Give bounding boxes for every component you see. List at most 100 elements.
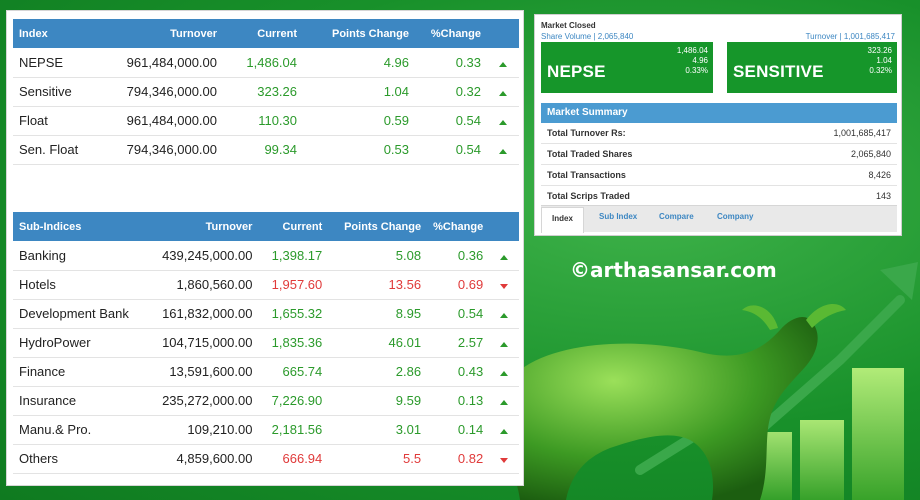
table-row[interactable]: Sen. Float 794,346,000.00 99.34 0.53 0.54	[13, 135, 519, 165]
row-points-change: 9.59	[328, 386, 428, 416]
arrow-up-icon	[499, 91, 507, 96]
sensitive-box[interactable]: SENSITIVE 323.26 1.04 0.32%	[727, 42, 897, 93]
table-row[interactable]: Development Bank 161,832,000.00 1,655.32 8.…	[13, 299, 519, 329]
nepse-box[interactable]: NEPSE 1,486.04 4.96 0.33%	[541, 42, 713, 93]
sensitive-box-values: 323.26 1.04 0.32%	[868, 46, 892, 76]
market-summary-widget: Market Closed Share Volume | 2,065,840 T…	[534, 14, 902, 236]
bull-figure	[468, 304, 846, 500]
table-row[interactable]: Others 4,859,600.00 666.94 5.5 0.82	[13, 444, 519, 474]
row-turnover: 1,860,560.00	[140, 270, 259, 300]
row-pct-change: 0.54	[415, 135, 487, 165]
nepse-box-name: NEPSE	[547, 62, 606, 81]
row-points-change: 13.56	[328, 270, 428, 300]
turnover-link[interactable]: Turnover | 1,001,685,417	[806, 32, 895, 41]
index-table-header: Index Turnover Current Points Change %Ch…	[13, 19, 519, 48]
row-points-change: 8.95	[328, 299, 428, 329]
summary-row-transactions: Total Transactions 8,426	[541, 165, 897, 186]
sensitive-box-name: SENSITIVE	[733, 62, 824, 81]
table-row[interactable]: HydroPower 104,715,000.00 1,835.36 46.01 2.5…	[13, 328, 519, 358]
col-arrow	[487, 19, 519, 48]
tab-index[interactable]: Index	[541, 207, 584, 233]
arrow-cell	[489, 299, 519, 329]
tab-sub-index[interactable]: Sub Index	[599, 212, 637, 221]
row-pct-change: 0.32	[415, 77, 487, 107]
row-points-change: 0.53	[303, 135, 415, 165]
summary-value: 2,065,840	[850, 149, 891, 159]
share-volume-link[interactable]: Share Volume | 2,065,840	[541, 32, 633, 41]
row-name[interactable]: NEPSE	[13, 48, 109, 78]
col-pct-change[interactable]: %Change	[415, 19, 487, 48]
row-pct-change: 2.57	[427, 328, 490, 358]
arrow-cell	[487, 77, 519, 107]
arrow-cell	[489, 241, 519, 271]
row-turnover: 13,591,600.00	[140, 357, 259, 387]
table-row[interactable]: Insurance 235,272,000.00 7,226.90 9.59 0.13	[13, 386, 519, 416]
row-pct-change: 0.69	[427, 270, 490, 300]
table-row[interactable]: Sensitive 794,346,000.00 323.26 1.04 0.32	[13, 77, 519, 107]
row-pct-change: 0.13	[427, 386, 490, 416]
nepse-value: 1,486.04	[676, 46, 708, 55]
row-current: 666.94	[258, 444, 329, 474]
sensitive-pct: 0.32%	[869, 66, 892, 75]
table-row[interactable]: Float 961,484,000.00 110.30 0.59 0.54	[13, 106, 519, 136]
col-points-change[interactable]: Points Change	[303, 19, 415, 48]
arrow-up-icon	[499, 61, 507, 67]
sub-table-header: Sub-Indices Turnover Current Points Chan…	[13, 212, 519, 241]
summary-label: Total Traded Shares	[547, 149, 633, 159]
col-turnover[interactable]: Turnover	[140, 212, 259, 241]
table-row[interactable]: Hotels 1,860,560.00 1,957.60 13.56 0.69	[13, 270, 519, 300]
sub-indices-table: Sub-Indices Turnover Current Points Chan…	[13, 212, 519, 474]
col-turnover[interactable]: Turnover	[109, 19, 223, 48]
row-name[interactable]: Sen. Float	[13, 135, 109, 165]
arrow-down-icon	[500, 458, 509, 463]
row-current: 1,398.17	[258, 241, 329, 271]
row-name[interactable]: Insurance	[13, 386, 141, 416]
row-turnover: 794,346,000.00	[109, 135, 223, 165]
row-points-change: 3.01	[328, 415, 428, 445]
row-points-change: 46.01	[328, 328, 428, 358]
col-points-change[interactable]: Points Change	[328, 212, 428, 241]
table-row[interactable]: Finance 13,591,600.00 665.74 2.86 0.43	[13, 357, 519, 387]
arrow-cell	[489, 386, 519, 416]
table-row[interactable]: Banking 439,245,000.00 1,398.17 5.08 0.36	[13, 241, 519, 271]
arrow-up-icon	[499, 120, 507, 125]
tab-compare[interactable]: Compare	[659, 212, 694, 221]
arrow-cell	[487, 106, 519, 136]
table-row[interactable]: Manu.& Pro. 109,210.00 2,181.56 3.01 0.14	[13, 415, 519, 445]
col-current[interactable]: Current	[223, 19, 303, 48]
arrow-cell	[489, 444, 519, 474]
row-name[interactable]: Finance	[13, 357, 141, 387]
summary-row-turnover: Total Turnover Rs: 1,001,685,417	[541, 123, 897, 144]
col-pct-change[interactable]: %Change	[427, 212, 490, 241]
row-name[interactable]: Float	[13, 106, 109, 136]
col-current[interactable]: Current	[258, 212, 329, 241]
row-name[interactable]: Hotels	[13, 270, 141, 300]
summary-label: Total Turnover Rs:	[547, 128, 626, 138]
summary-label: Total Scrips Traded	[547, 191, 630, 201]
nepse-change: 4.96	[692, 56, 708, 65]
col-index[interactable]: Index	[13, 19, 109, 48]
row-name[interactable]: Manu.& Pro.	[13, 415, 141, 445]
row-name[interactable]: Banking	[13, 241, 141, 271]
row-current: 323.26	[223, 77, 303, 107]
table-row[interactable]: NEPSE 961,484,000.00 1,486.04 4.96 0.33	[13, 48, 519, 78]
row-name[interactable]: Sensitive	[13, 77, 109, 107]
arrow-up-icon	[499, 149, 507, 154]
col-sub-indices[interactable]: Sub-Indices	[13, 212, 141, 241]
row-turnover: 161,832,000.00	[140, 299, 259, 329]
row-name[interactable]: HydroPower	[13, 328, 141, 358]
arrow-up-icon	[500, 429, 509, 434]
index-table: Index Turnover Current Points Change %Ch…	[13, 19, 519, 165]
tab-company[interactable]: Company	[717, 212, 753, 221]
trend-arrow	[635, 295, 905, 475]
arrow-cell	[489, 270, 519, 300]
row-name[interactable]: Development Bank	[13, 299, 141, 329]
row-pct-change: 0.82	[427, 444, 490, 474]
market-status: Market Closed	[541, 21, 596, 30]
arrow-up-icon	[500, 371, 509, 376]
row-name[interactable]: Others	[13, 444, 141, 474]
row-current: 2,181.56	[258, 415, 329, 445]
row-points-change: 2.86	[328, 357, 428, 387]
arrow-cell	[487, 135, 519, 165]
growth-bars	[748, 368, 904, 500]
